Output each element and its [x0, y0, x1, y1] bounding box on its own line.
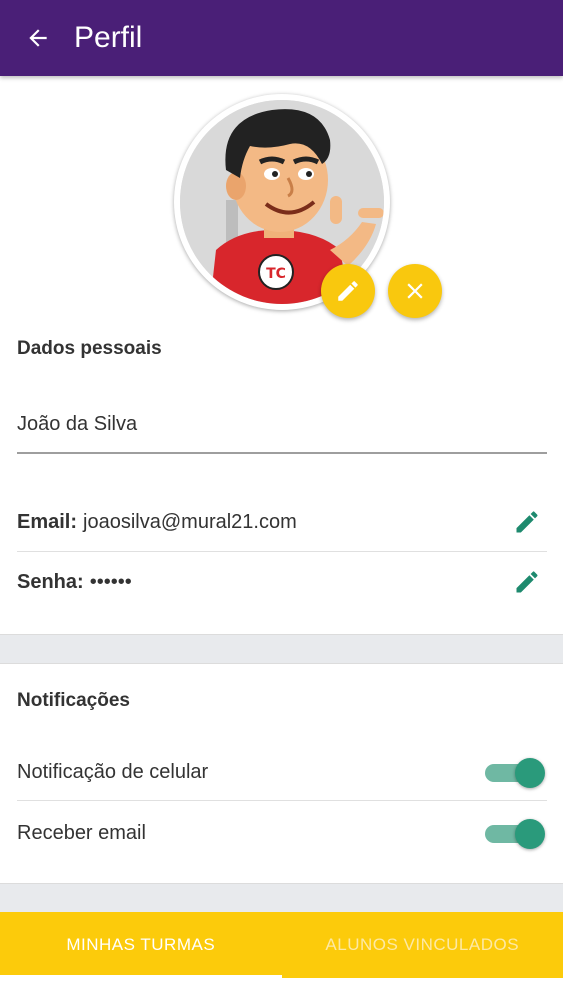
- toggle-knob: [515, 758, 545, 788]
- pencil-icon: [516, 571, 538, 593]
- notifications-title: Notificações: [17, 690, 130, 711]
- divider: [17, 800, 547, 801]
- shirt-badge-text: TC: [266, 266, 286, 282]
- tab-label: MINHAS TURMAS: [66, 935, 216, 954]
- name-field[interactable]: [17, 396, 547, 454]
- content-area-bottom: [0, 978, 563, 1000]
- section-separator: [0, 634, 563, 664]
- remove-avatar-button[interactable]: [388, 264, 442, 318]
- edit-email-button[interactable]: [507, 502, 547, 542]
- close-icon: [407, 283, 423, 299]
- password-text: Senha: ••••••: [17, 571, 132, 594]
- divider: [17, 551, 547, 552]
- notification-row-email: Receber email: [17, 811, 547, 855]
- password-row: Senha: ••••••: [17, 560, 547, 604]
- tab-alunos-vinculados[interactable]: ALUNOS VINCULADOS: [282, 912, 563, 978]
- password-label: Senha:: [17, 570, 84, 593]
- section-separator: [0, 883, 563, 913]
- bottom-navigation: MINHAS TURMAS ALUNOS VINCULADOS: [0, 912, 563, 978]
- tab-label: ALUNOS VINCULADOS: [325, 935, 520, 954]
- app-bar: Perfil: [0, 0, 563, 76]
- email-text: Email: joaosilva@mural21.com: [17, 511, 297, 534]
- personal-data-title: Dados pessoais: [17, 338, 162, 359]
- pencil-icon: [516, 511, 538, 533]
- email-label: Email:: [17, 510, 78, 533]
- profile-screen: Perfil TC Dados pessoais João da Silva E…: [0, 0, 563, 1000]
- edit-password-button[interactable]: [507, 562, 547, 602]
- page-title: Perfil: [74, 21, 143, 54]
- edit-avatar-button[interactable]: [321, 264, 375, 318]
- notification-row-phone: Notificação de celular: [17, 750, 547, 794]
- notification-label: Receber email: [17, 821, 146, 844]
- back-button[interactable]: [18, 18, 58, 58]
- arrow-left-icon: [29, 29, 47, 47]
- password-value: ••••••: [89, 570, 132, 593]
- tab-minhas-turmas[interactable]: MINHAS TURMAS: [0, 912, 282, 978]
- notification-label: Notificação de celular: [17, 760, 209, 783]
- email-row: Email: joaosilva@mural21.com: [17, 500, 547, 544]
- phone-notification-toggle[interactable]: [483, 752, 547, 792]
- pencil-icon: [338, 281, 358, 301]
- email-notification-toggle[interactable]: [483, 813, 547, 853]
- toggle-knob: [515, 819, 545, 849]
- email-value: joaosilva@mural21.com: [83, 510, 297, 533]
